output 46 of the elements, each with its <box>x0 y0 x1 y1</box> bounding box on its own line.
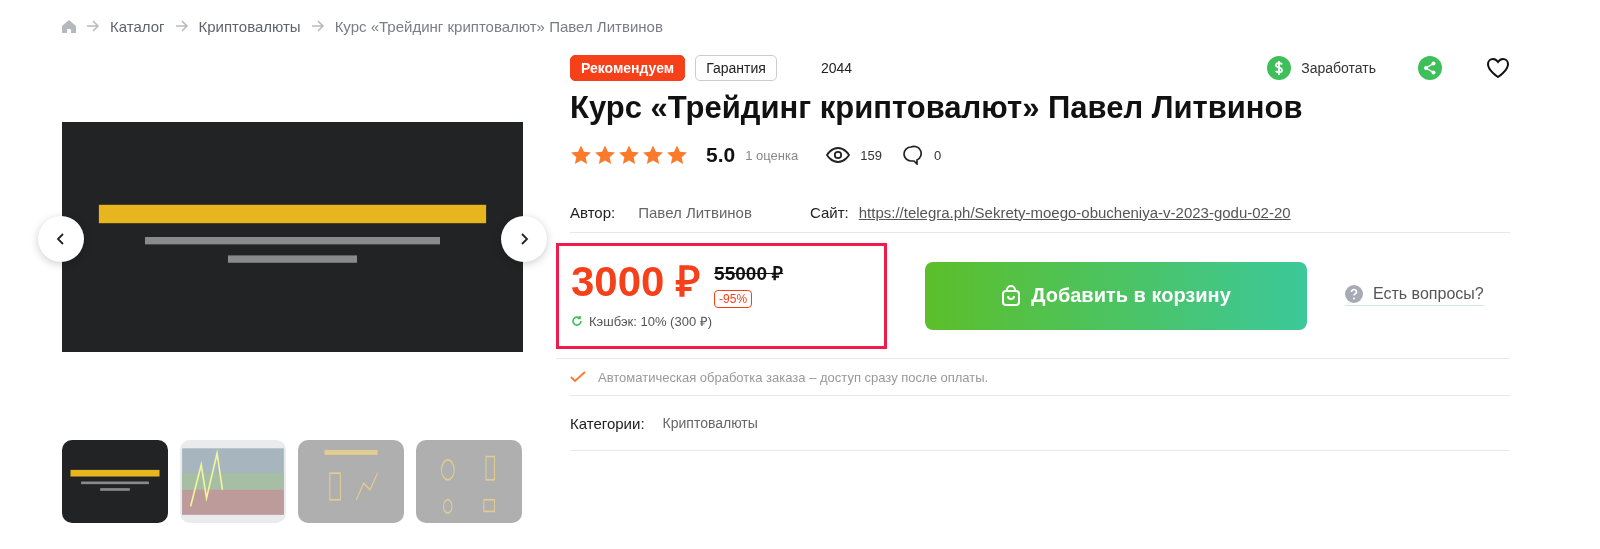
old-price: 55000 ₽ <box>714 261 784 286</box>
recommended-badge: Рекомендуем <box>570 55 686 81</box>
refresh-icon <box>571 314 583 327</box>
previous-button[interactable] <box>38 216 84 262</box>
site-link[interactable]: https://telegra.ph/Sekrety-moego-obucheniya-v-2023-godu-02-20 <box>858 203 1291 221</box>
comments-icon <box>901 145 924 165</box>
next-button[interactable] <box>501 216 547 262</box>
arrow-right-icon <box>310 20 325 32</box>
notice-text: Автоматическая обработка заказа – доступ сразу после оплаты. <box>598 369 989 385</box>
breadcrumb-link[interactable]: Курс «Трейдинг криптовалют» Павел Литвинов <box>334 17 663 35</box>
check-icon <box>570 371 586 383</box>
site-label: Сайт: <box>809 203 849 221</box>
product-title: Курс «Трейдинг криптовалют» Павел Литвинов <box>570 90 1304 126</box>
bag-icon <box>1001 284 1022 307</box>
heart-icon <box>1486 57 1510 79</box>
share-icon <box>1418 56 1442 80</box>
cashback-text: Кэшбэк: 10% (300 ₽) <box>589 312 713 330</box>
comments-count: 0 <box>933 147 942 163</box>
eye-icon <box>826 147 851 163</box>
earn-link[interactable]: Заработать <box>1267 56 1376 80</box>
star-icon <box>618 144 640 166</box>
star-icon <box>594 144 616 166</box>
star-icon <box>642 144 664 166</box>
author-name: Павел Литвинов <box>638 203 752 221</box>
current-price: 3000 ₽ <box>571 259 701 304</box>
arrow-right-icon <box>86 20 100 32</box>
arrow-right-icon <box>174 20 189 32</box>
questions-link[interactable]: Есть вопросы? <box>1345 285 1484 306</box>
home-icon[interactable] <box>62 19 76 33</box>
favorite-button[interactable] <box>1486 57 1510 79</box>
author-label: Автор: <box>570 203 616 221</box>
dollar-icon <box>1267 56 1292 80</box>
breadcrumb-link[interactable]: Каталог <box>110 17 165 35</box>
rating-score: 5.0 <box>706 143 736 167</box>
star-icon <box>666 144 688 166</box>
rating-count: 1 оценка <box>745 147 799 163</box>
guarantee-badge: Гарантия <box>695 55 777 81</box>
category-link[interactable]: Криптовалюты <box>662 415 758 431</box>
categories-label: Категории: <box>570 414 645 432</box>
product-code: 2044 <box>820 60 853 76</box>
star-icon <box>570 144 592 166</box>
discount-badge: -95% <box>714 289 753 308</box>
views-count: 159 <box>860 147 882 163</box>
share-button[interactable] <box>1418 56 1442 80</box>
breadcrumb-link[interactable]: Криптовалюты <box>198 17 301 35</box>
help-icon <box>1345 285 1363 303</box>
